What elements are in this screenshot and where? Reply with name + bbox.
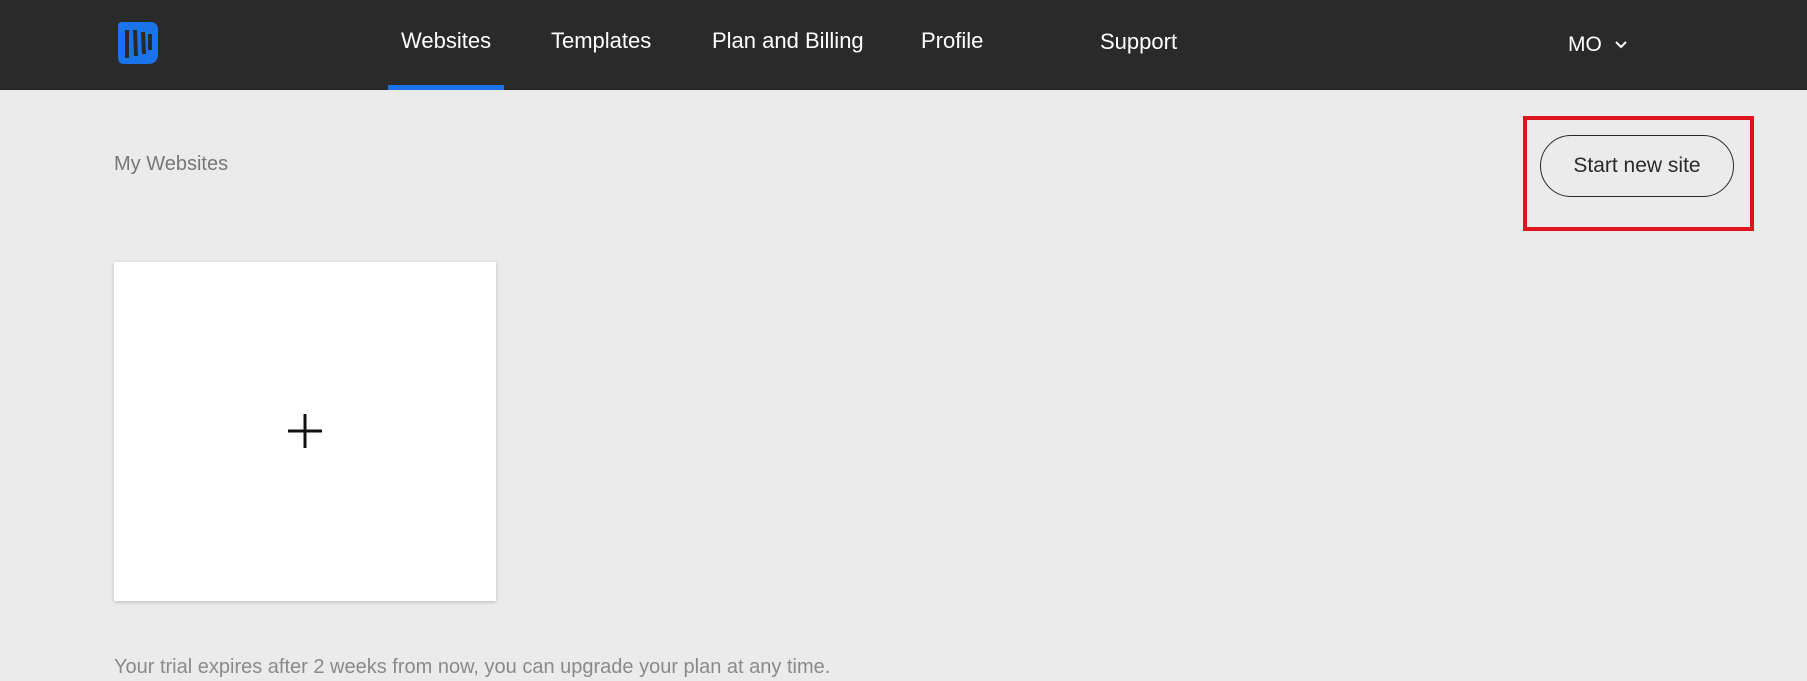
new-site-card[interactable] — [114, 262, 496, 601]
nav-tab-support[interactable]: Support — [1100, 0, 1177, 90]
trial-notice: Your trial expires after 2 weeks from no… — [114, 656, 831, 678]
nav-tab-websites[interactable]: Websites — [387, 0, 505, 90]
nav-tab-templates[interactable]: Templates — [551, 0, 651, 90]
nav-tab-profile[interactable]: Profile — [921, 0, 983, 90]
chevron-down-icon — [1615, 41, 1627, 49]
nav-tab-plan-and-billing[interactable]: Plan and Billing — [712, 0, 864, 90]
start-new-site-button[interactable]: Start new site — [1540, 135, 1734, 197]
top-navigation-bar: Websites Templates Plan and Billing Prof… — [0, 0, 1807, 90]
plus-icon — [288, 414, 322, 448]
user-menu[interactable]: MO — [1568, 0, 1628, 90]
user-initials: MO — [1568, 33, 1602, 56]
brand-logo-icon[interactable] — [114, 20, 160, 66]
page-title: My Websites — [114, 153, 229, 175]
